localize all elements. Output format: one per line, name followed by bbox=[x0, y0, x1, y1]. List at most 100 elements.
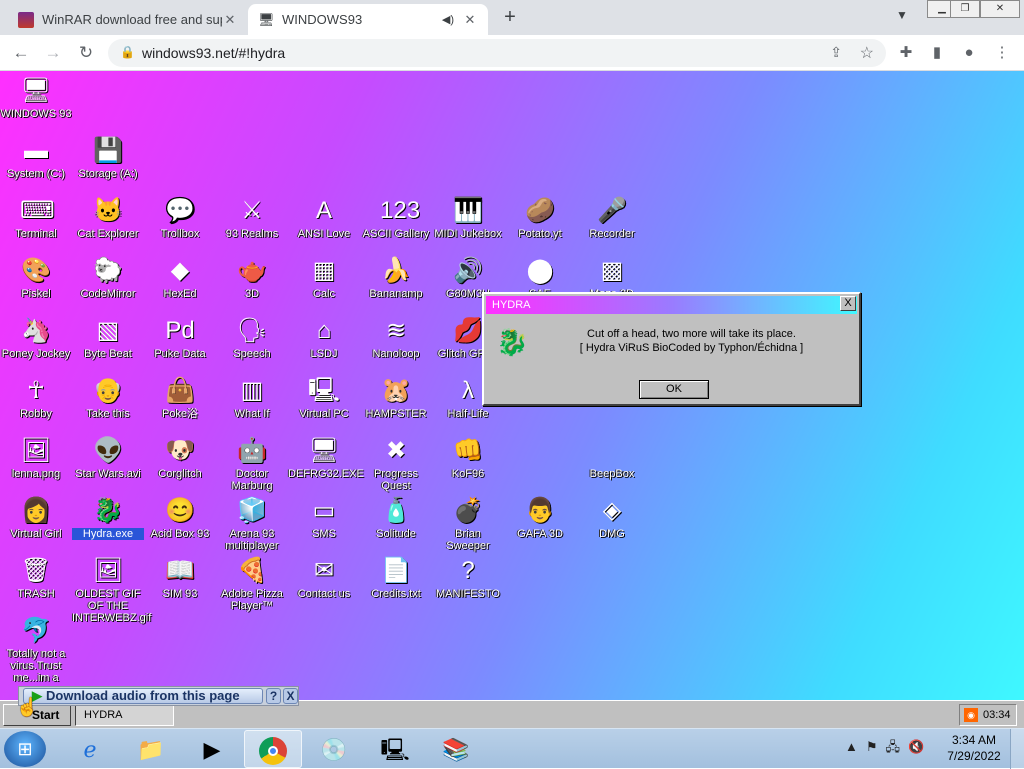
desktop-icon-star-wars-avi[interactable]: 👽 Star Wars.avi bbox=[72, 435, 144, 480]
desktop-icon-calc[interactable]: ▦ Calc bbox=[288, 255, 360, 300]
show-hidden-icons-icon[interactable]: ▲ bbox=[845, 739, 858, 754]
close-tab-icon[interactable]: ✕ bbox=[462, 12, 478, 28]
speaker-icon[interactable]: ◀) bbox=[442, 13, 454, 26]
windows-start-orb-icon[interactable]: ⊞ bbox=[4, 731, 46, 767]
media-player-icon[interactable]: ▶ bbox=[183, 730, 241, 768]
desktop-icon-trollbox[interactable]: 💬 Trollbox bbox=[144, 195, 216, 240]
desktop-icon-robby[interactable]: ☥ Robby bbox=[0, 375, 72, 420]
desktop-icon-dmg[interactable]: ◈ DMG bbox=[576, 495, 648, 540]
desktop-icon-hydra-exe[interactable]: 🐉 Hydra.exe bbox=[72, 495, 144, 540]
lock-icon[interactable]: 🔒 bbox=[120, 45, 135, 59]
share-icon[interactable]: ⇪ bbox=[830, 44, 842, 61]
desktop-icon-poke[interactable]: 👜 Poke浴 bbox=[144, 375, 216, 420]
desktop-icon-puke-data[interactable]: Pd Puke Data bbox=[144, 315, 216, 360]
desktop-icon-hexed[interactable]: ◆ HexEd bbox=[144, 255, 216, 300]
desktop-icon-virtual-girl[interactable]: 👩 Virtual Girl bbox=[0, 495, 72, 540]
browser-menu-icon[interactable]: ⋮ bbox=[992, 43, 1012, 63]
side-panel-icon[interactable]: ▮ bbox=[927, 43, 947, 63]
chrome-icon[interactable] bbox=[244, 730, 302, 768]
control-panel-icon[interactable]: 🖳 bbox=[366, 730, 424, 768]
desktop-icon-midi-jukebox[interactable]: 🎹 MIDI Jukebox bbox=[432, 195, 504, 240]
reload-button[interactable]: ↻ bbox=[74, 41, 98, 65]
address-bar[interactable]: 🔒 windows93.net/#!hydra ⇪ ☆ bbox=[108, 39, 886, 67]
tab-search-chevron-icon[interactable]: ▼ bbox=[896, 8, 908, 22]
help-button[interactable]: ? bbox=[266, 688, 281, 704]
desktop-icon-brian-sweeper[interactable]: 💣 Brian Sweeper bbox=[432, 495, 504, 552]
desktop-icon-system-c[interactable]: ▬ System (C:) bbox=[0, 135, 72, 180]
close-tab-icon[interactable]: ✕ bbox=[222, 12, 238, 28]
desktop-icon-bananamp[interactable]: 🍌 Bananamp bbox=[360, 255, 432, 300]
system-clock[interactable]: 3:34 AM 7/29/2022 bbox=[944, 732, 1004, 764]
desktop-icon-lenna-png[interactable]: 🖼 lenna.png bbox=[0, 435, 72, 480]
ok-button[interactable]: OK bbox=[639, 380, 709, 399]
profile-avatar-icon[interactable]: ● bbox=[959, 43, 979, 63]
rss-icon[interactable]: ◉ bbox=[964, 708, 978, 723]
desktop-icon-progress-quest[interactable]: ✖ Progress Quest bbox=[360, 435, 432, 492]
flag-icon[interactable]: ⚑ bbox=[866, 739, 878, 754]
download-bar-close-button[interactable]: X bbox=[283, 688, 298, 704]
desktop-icon-gafa-3d[interactable]: 👨 GAFA 3D bbox=[504, 495, 576, 540]
network-icon[interactable]: 🖧 bbox=[886, 739, 901, 754]
volume-muted-icon[interactable]: 🔇 bbox=[908, 739, 924, 754]
desktop-icon-adobe-pizza-player[interactable]: 🍕 Adobe Pizza Player™ bbox=[216, 555, 288, 612]
back-button[interactable]: ← bbox=[9, 41, 33, 65]
desktop-icon-virtual-pc[interactable]: 🖳 Virtual PC bbox=[288, 375, 360, 420]
desktop-icon-doctor-marburg[interactable]: 🤖 Doctor Marburg bbox=[216, 435, 288, 492]
close-window-button[interactable]: ✕ bbox=[980, 0, 1020, 18]
forward-button[interactable]: → bbox=[41, 41, 65, 65]
desktop-icon-ascii-gallery[interactable]: 123 ASCII Gallery bbox=[360, 195, 432, 240]
taskbar-item-hydra[interactable]: HYDRA bbox=[75, 704, 174, 726]
desktop-icon-acid-box-93[interactable]: 😊 Acid Box 93 bbox=[144, 495, 216, 540]
desktop-icon-potato-yt[interactable]: 🥔 Potato.yt bbox=[504, 195, 576, 240]
desktop-icon-storage-a[interactable]: 💾 Storage (A:) bbox=[72, 135, 144, 180]
desktop-icon-hampster[interactable]: 🐹 HAMPSTER bbox=[360, 375, 432, 420]
desktop-icon-trash[interactable]: 🗑 TRASH bbox=[0, 555, 72, 600]
restore-button[interactable]: ❐ bbox=[950, 0, 980, 18]
media-center-icon[interactable]: 💿 bbox=[305, 730, 363, 768]
desktop-icon-piskel[interactable]: 🎨 Piskel bbox=[0, 255, 72, 300]
desktop-icon-codemirror[interactable]: 🐑 CodeMirror bbox=[72, 255, 144, 300]
desktop-icon-kof96[interactable]: 👊 KoF96 bbox=[432, 435, 504, 480]
desktop-icon-solitude[interactable]: 🧴 Solitude bbox=[360, 495, 432, 540]
browser-tab-strip: WinRAR download free and supp ✕ 🖥 WINDOW… bbox=[0, 0, 1024, 35]
desktop-icon-byte-beat[interactable]: ▧ Byte Beat bbox=[72, 315, 144, 360]
bookmark-star-icon[interactable]: ☆ bbox=[860, 43, 874, 63]
desktop-icon-manifesto[interactable]: ? MANIFESTO bbox=[432, 555, 504, 600]
tab-windows93[interactable]: 🖥 WINDOWS93 ◀) ✕ bbox=[248, 4, 488, 35]
desktop-icon-contact-us[interactable]: ✉ Contact us bbox=[288, 555, 360, 600]
desktop-icon-corglitch[interactable]: 🐶 Corglitch bbox=[144, 435, 216, 480]
desktop-icon-oldest-gif-of-the-interwebz-gif[interactable]: 🖼 OLDEST GIF OF THE INTERWEBZ.gif bbox=[72, 555, 151, 624]
download-audio-button[interactable]: ▶ Download audio from this page bbox=[23, 688, 263, 704]
file-explorer-icon[interactable]: 📁 bbox=[122, 730, 180, 768]
desktop-icon-arena-93-multiplayer[interactable]: 🧊 Arena 93 multiplayer bbox=[216, 495, 288, 552]
desktop-icon-cat-explorer[interactable]: 🐱 Cat Explorer bbox=[72, 195, 144, 240]
desktop-icon-credits-txt[interactable]: 📄 Credits.txt bbox=[360, 555, 432, 600]
desktop-icon-lsdj[interactable]: ⌂ LSDJ bbox=[288, 315, 360, 360]
desktop-icon-nanoloop[interactable]: ≋ Nanoloop bbox=[360, 315, 432, 360]
desktop-icon-sim-93[interactable]: 📖 SIM 93 bbox=[144, 555, 216, 600]
desktop-icon-windows-93[interactable]: 🖥 WINDOWS 93 bbox=[0, 75, 72, 120]
desktop-icon-speech[interactable]: 🗣 Speech bbox=[216, 315, 288, 360]
dialog-close-button[interactable]: X bbox=[840, 296, 856, 311]
desktop-icon-recorder[interactable]: 🎤 Recorder bbox=[576, 195, 648, 240]
new-tab-button[interactable]: + bbox=[498, 6, 522, 30]
winrar-icon[interactable]: 📚 bbox=[427, 730, 485, 768]
desktop-icon-defrg32-exe[interactable]: 🖥 DEFRG32.EXE bbox=[288, 435, 364, 480]
internet-explorer-icon[interactable]: ℯ bbox=[61, 730, 119, 768]
url-text[interactable]: windows93.net/#!hydra bbox=[142, 45, 285, 61]
tab-winrar[interactable]: WinRAR download free and supp ✕ bbox=[8, 4, 248, 35]
extensions-icon[interactable]: ✚ bbox=[896, 43, 916, 63]
desktop-icon-beepbox[interactable]: BeepBox bbox=[576, 435, 648, 480]
solitude-icon: 🧴 bbox=[381, 497, 411, 524]
dialog-titlebar[interactable]: HYDRA bbox=[486, 296, 857, 314]
desktop-icon-3d[interactable]: 🫖 3D bbox=[216, 255, 288, 300]
desktop-icon-terminal[interactable]: ⌨ Terminal bbox=[0, 195, 72, 240]
desktop-icon-poney-jockey[interactable]: 🦄 Poney Jockey bbox=[0, 315, 72, 360]
desktop-icon-93-realms[interactable]: ⚔ 93 Realms bbox=[216, 195, 288, 240]
show-desktop-button[interactable] bbox=[1010, 729, 1024, 769]
desktop-icon-sms[interactable]: ▭ SMS bbox=[288, 495, 360, 540]
desktop-icon-totally-not-a-virus-trust-me-im-a[interactable]: 🐬 Totally not a virus.Trust me...im a bbox=[0, 615, 72, 684]
desktop-icon-ansi-love[interactable]: A ANSI Love bbox=[288, 195, 360, 240]
desktop-icon-take-this[interactable]: 👴 Take this bbox=[72, 375, 144, 420]
desktop-icon-what-if[interactable]: ▥ What If bbox=[216, 375, 288, 420]
